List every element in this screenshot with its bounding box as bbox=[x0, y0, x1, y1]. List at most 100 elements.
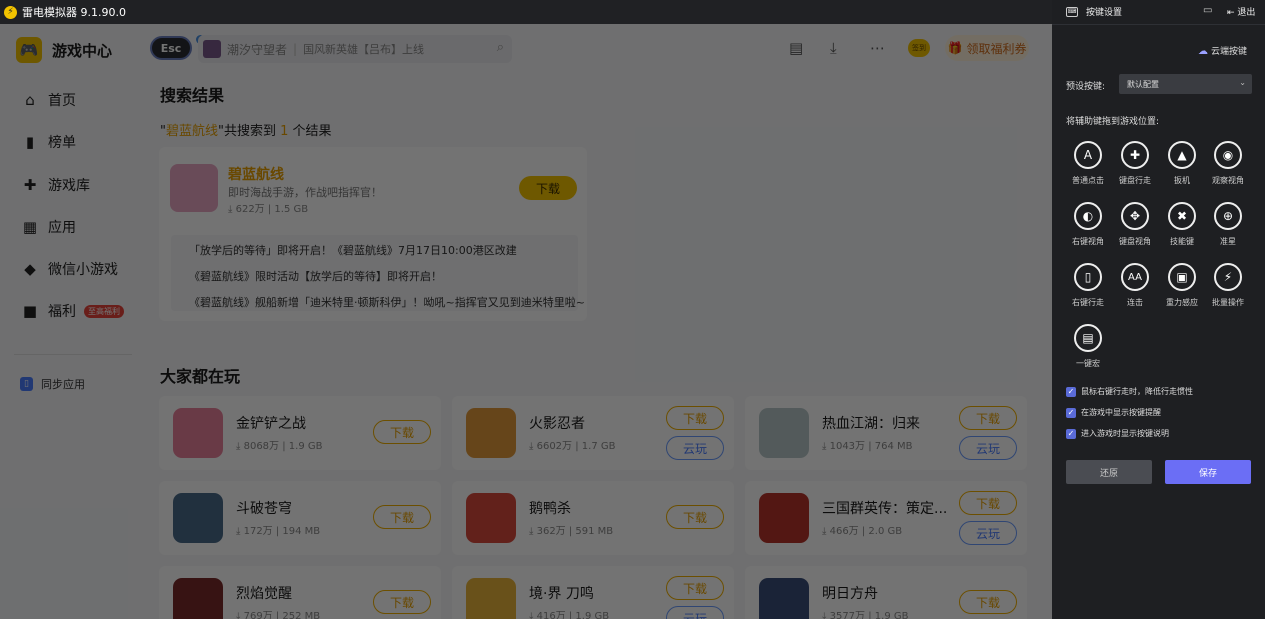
macro-icon: ▤ bbox=[1074, 324, 1102, 352]
game-card[interactable]: 明日方舟 ⤓ 3577万 | 1.9 GB 下载 bbox=[745, 566, 1027, 619]
key-eye[interactable]: ◉ 观察视角 bbox=[1204, 141, 1252, 186]
key-mouse[interactable]: ▯ 右键行走 bbox=[1064, 263, 1112, 308]
search-result-card[interactable]: 碧蓝航线 即时海战手游，作战吧指挥官！ ⤓ 622万 | 1.5 GB 下载 「… bbox=[159, 147, 587, 321]
key-label: 右键视角 bbox=[1072, 237, 1104, 246]
sidebar-item-home[interactable]: ⌂ 首页 bbox=[20, 90, 76, 110]
game-card[interactable]: 境·界 刀鸣 ⤓ 416万 | 1.9 GB 下载 云玩 bbox=[452, 566, 734, 619]
sidebar-item-ranking[interactable]: ▮ 榜单 bbox=[20, 132, 76, 152]
key-tap[interactable]: A 普通点击 bbox=[1064, 141, 1112, 186]
key-combo[interactable]: AA 连击 bbox=[1111, 263, 1159, 308]
combo-icon: AA bbox=[1121, 263, 1149, 291]
game-card[interactable]: 火影忍者 ⤓ 6602万 | 1.7 GB 下载 云玩 bbox=[452, 396, 734, 470]
key-batch[interactable]: ⚡ 批量操作 bbox=[1204, 263, 1252, 308]
phone-icon: ▯ bbox=[20, 377, 33, 391]
game-name[interactable]: 鹅鸭杀 bbox=[529, 498, 571, 518]
download-button[interactable]: 下载 bbox=[519, 176, 577, 200]
search-icon[interactable]: ⌕ bbox=[497, 40, 504, 55]
game-meta: ⤓ 172万 | 194 MB bbox=[236, 526, 321, 537]
wechat-game-icon: ◆ bbox=[24, 260, 36, 278]
download-button[interactable]: 下载 bbox=[959, 491, 1017, 515]
game-name[interactable]: 碧蓝航线 bbox=[228, 164, 284, 184]
news-item[interactable]: 《碧蓝航线》限时活动【放学后的等待】即将开启！ bbox=[189, 268, 442, 284]
cloud-play-button[interactable]: 云玩 bbox=[959, 436, 1017, 460]
game-card[interactable]: 金铲铲之战 ⤓ 8068万 | 1.9 GB 下载 bbox=[159, 396, 441, 470]
news-item[interactable]: 「放学后的等待」即将开启！《碧蓝航线》7月17日10:00港区改建 bbox=[189, 242, 517, 258]
sidebar-item-label: 首页 bbox=[48, 93, 76, 109]
preset-label: 预设按键: bbox=[1066, 82, 1106, 92]
preset-select[interactable]: 默认配置 ⌄ bbox=[1119, 74, 1252, 94]
setting-checkbox[interactable]: ✓ 鼠标右键行走时，降低行走惯性 bbox=[1066, 386, 1193, 397]
save-button[interactable]: 保存 bbox=[1165, 460, 1251, 484]
game-name[interactable]: 金铲铲之战 bbox=[236, 413, 306, 433]
welfare-coupon-button[interactable]: 🎁 领取福利券 bbox=[945, 35, 1029, 61]
key-skill[interactable]: ✖ 技能键 bbox=[1158, 202, 1206, 247]
signin-button[interactable]: 签到 bbox=[908, 39, 930, 57]
download-button[interactable]: 下载 bbox=[666, 576, 724, 600]
game-name[interactable]: 三国群英传：策定... bbox=[822, 498, 947, 518]
exit-button[interactable]: ⇤ 退出 bbox=[1227, 5, 1255, 18]
folder-icon[interactable]: ▭ bbox=[1203, 5, 1212, 16]
key-crosshair[interactable]: ⊕ 准星 bbox=[1204, 202, 1252, 247]
key-gravity[interactable]: ▣ 重力感应 bbox=[1158, 263, 1206, 308]
download-button[interactable]: 下载 bbox=[373, 590, 431, 614]
game-card[interactable]: 热血江湖：归来 ⤓ 1043万 | 764 MB 下载 云玩 bbox=[745, 396, 1027, 470]
checkmark-icon[interactable]: ✓ bbox=[1066, 407, 1076, 418]
game-card[interactable]: 烈焰觉醒 ⤓ 769万 | 252 MB 下载 bbox=[159, 566, 441, 619]
game-card[interactable]: 鹅鸭杀 ⤓ 362万 | 591 MB 下载 bbox=[452, 481, 734, 555]
game-name[interactable]: 火影忍者 bbox=[529, 413, 585, 433]
game-name[interactable]: 烈焰觉醒 bbox=[236, 583, 292, 603]
key-macro[interactable]: ▤ 一键宏 bbox=[1064, 324, 1112, 369]
search-input[interactable]: 潮汐守望者 | 国风新英雄【吕布】上线 ⌕ bbox=[198, 35, 512, 63]
key-trigger[interactable]: ▲ 扳机 bbox=[1158, 141, 1206, 186]
reset-button[interactable]: 还原 bbox=[1066, 460, 1152, 484]
search-query: 碧蓝航线 bbox=[165, 124, 218, 139]
setting-checkbox[interactable]: ✓ 在游戏中显示按键提醒 bbox=[1066, 407, 1161, 418]
key-label: 准星 bbox=[1220, 237, 1236, 246]
key-dpad[interactable]: ✚ 键盘行走 bbox=[1111, 141, 1159, 186]
download-button[interactable]: 下载 bbox=[373, 505, 431, 529]
game-name[interactable]: 境·界 刀鸣 bbox=[529, 583, 594, 603]
setting-checkbox[interactable]: ✓ 进入游戏时显示按键说明 bbox=[1066, 428, 1169, 439]
game-card[interactable]: 三国群英传：策定... ⤓ 466万 | 2.0 GB 下载 云玩 bbox=[745, 481, 1027, 555]
download-button[interactable]: 下载 bbox=[666, 505, 724, 529]
cloud-play-button[interactable]: 云玩 bbox=[666, 606, 724, 619]
download-icon[interactable]: ⤓ bbox=[830, 39, 837, 57]
sidebar: 🎮 游戏中心 ⌂ 首页 ▮ 榜单 ✚ 游戏库 ▦ 应用 ◆ 微信小游戏 ■ 福利… bbox=[0, 24, 145, 619]
game-icon bbox=[759, 493, 809, 543]
download-button[interactable]: 下载 bbox=[959, 590, 1017, 614]
cloud-icon: ☁ bbox=[1198, 46, 1208, 57]
download-button[interactable]: 下载 bbox=[959, 406, 1017, 430]
game-meta: ⤓ 3577万 | 1.9 GB bbox=[822, 611, 909, 619]
download-button[interactable]: 下载 bbox=[666, 406, 724, 430]
checkmark-icon[interactable]: ✓ bbox=[1066, 428, 1076, 439]
game-card[interactable]: 斗破苍穹 ⤓ 172万 | 194 MB 下载 bbox=[159, 481, 441, 555]
keyboard-view-icon: ✥ bbox=[1121, 202, 1149, 230]
calendar-icon[interactable]: ▤ bbox=[789, 39, 803, 57]
download-button[interactable]: 下载 bbox=[373, 420, 431, 444]
key-label: 批量操作 bbox=[1212, 298, 1244, 307]
sync-apps-button[interactable]: ▯ 同步应用 bbox=[20, 376, 85, 392]
game-name[interactable]: 斗破苍穹 bbox=[236, 498, 292, 518]
apps-icon: ▦ bbox=[22, 218, 38, 236]
search-hint: 国风新英雄【吕布】上线 bbox=[303, 43, 425, 56]
esc-button[interactable]: Esc bbox=[150, 36, 192, 60]
sidebar-item-welfare[interactable]: ■ 福利 至高福利 bbox=[20, 301, 124, 321]
cloud-play-button[interactable]: 云玩 bbox=[959, 521, 1017, 545]
key-keyboard-view[interactable]: ✥ 键盘视角 bbox=[1111, 202, 1159, 247]
news-item[interactable]: 《碧蓝航线》舰船新增「迪米特里·顿斯科伊」！呦吼~指挥官又见到迪米特里啦~ bbox=[189, 294, 585, 310]
more-icon[interactable]: ⋯ bbox=[870, 39, 885, 57]
cloud-keys-button[interactable]: ☁ 云端按键 bbox=[1198, 44, 1247, 57]
gamepad-logo-icon: 🎮 bbox=[16, 37, 42, 63]
sidebar-item-wechat-games[interactable]: ◆ 微信小游戏 bbox=[20, 259, 118, 279]
cloud-play-button[interactable]: 云玩 bbox=[666, 436, 724, 460]
key-right-view[interactable]: ◐ 右键视角 bbox=[1064, 202, 1112, 247]
game-icon-azur-lane bbox=[170, 164, 218, 212]
game-name[interactable]: 明日方舟 bbox=[822, 583, 878, 603]
sidebar-item-apps[interactable]: ▦ 应用 bbox=[20, 217, 76, 237]
game-name[interactable]: 热血江湖：归来 bbox=[822, 413, 920, 433]
welfare-label: 领取福利券 bbox=[966, 41, 1027, 56]
sidebar-item-game-library[interactable]: ✚ 游戏库 bbox=[20, 175, 90, 195]
game-icon bbox=[759, 408, 809, 458]
checkmark-icon[interactable]: ✓ bbox=[1066, 386, 1076, 397]
game-icon bbox=[466, 578, 516, 619]
